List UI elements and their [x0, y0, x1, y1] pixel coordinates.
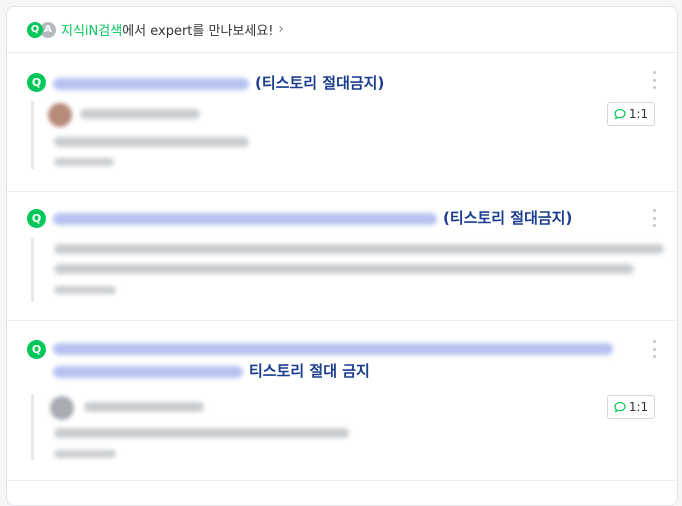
expert-banner[interactable]: Q A 지식iN검색 에서 expert를 만나보세요! ›: [7, 7, 677, 53]
avatar: [48, 103, 72, 127]
redacted-author: [80, 109, 200, 119]
redacted-title: [53, 77, 249, 90]
redacted-author: [84, 402, 204, 412]
question-tag: (티스토리 절대금지): [255, 74, 385, 92]
question-icon: Q: [27, 340, 46, 359]
answer-preview: [31, 238, 664, 302]
redacted-answer: [54, 244, 664, 254]
brand-name: 지식iN검색: [61, 24, 123, 39]
question-title[interactable]: [53, 336, 628, 360]
avatar: [50, 396, 74, 420]
speech-bubble-icon: [614, 108, 626, 120]
question-title[interactable]: (티스토리 절대금지): [53, 71, 384, 95]
list-item[interactable]: Q 티스토리 절대 금지 1:1: [7, 321, 677, 481]
redacted-answer: [54, 264, 634, 274]
list-item[interactable]: Q (티스토리 절대금지): [7, 192, 677, 321]
chip-label: 1:1: [628, 400, 649, 414]
redacted-date: [54, 158, 114, 166]
question-title-continued[interactable]: 티스토리 절대 금지: [53, 359, 370, 383]
banner-text: 에서 expert를 만나보세요!: [122, 24, 274, 39]
question-tag: 티스토리 절대 금지: [249, 362, 370, 380]
more-vertical-icon[interactable]: [651, 209, 657, 227]
one-to-one-chip[interactable]: 1:1: [607, 102, 655, 126]
question-icon: Q: [27, 73, 46, 92]
speech-bubble-icon: [614, 401, 626, 413]
redacted-title: [53, 342, 613, 355]
redacted-answer: [54, 137, 249, 147]
more-vertical-icon[interactable]: [651, 340, 657, 358]
redacted-date: [54, 286, 116, 294]
chevron-right-icon: ›: [278, 22, 284, 37]
redacted-title: [53, 365, 243, 378]
redacted-answer: [54, 428, 349, 438]
redacted-date: [54, 450, 116, 458]
question-tag: (티스토리 절대금지): [443, 209, 573, 227]
list-item[interactable]: Q (티스토리 절대금지) 1:1: [7, 53, 677, 192]
qa-badge-icon: Q A: [27, 21, 56, 38]
one-to-one-chip[interactable]: 1:1: [607, 395, 655, 419]
more-vertical-icon[interactable]: [651, 71, 657, 89]
answer-preview: [31, 394, 349, 460]
chip-label: 1:1: [628, 107, 649, 121]
question-icon: Q: [27, 209, 46, 228]
question-title[interactable]: (티스토리 절대금지): [53, 206, 572, 230]
answer-preview: [31, 101, 249, 169]
search-results-card: Q A 지식iN검색 에서 expert를 만나보세요! › Q (티스토리 절…: [6, 6, 678, 506]
redacted-title: [53, 212, 437, 225]
